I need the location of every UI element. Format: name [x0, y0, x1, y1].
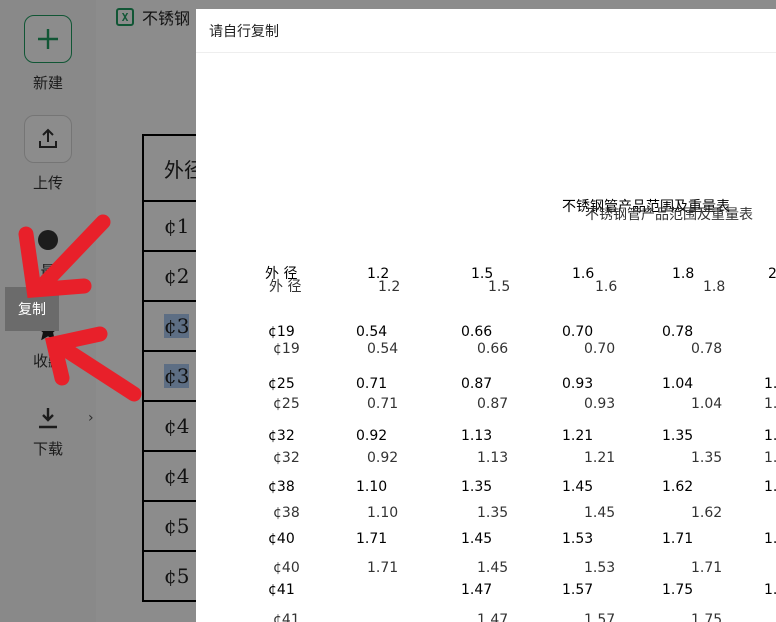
dialog-divider	[196, 52, 776, 53]
table-cell-duplicate[interactable]: 1.	[764, 451, 776, 465]
table-cell-duplicate[interactable]: ¢25	[273, 397, 300, 411]
table-cell[interactable]: ¢25	[268, 377, 295, 391]
table-cell[interactable]: 0.93	[562, 377, 593, 391]
table-cell[interactable]: 1.62	[662, 480, 693, 494]
table-cell[interactable]: 1.13	[461, 429, 492, 443]
table-cell-duplicate[interactable]: 1.35	[477, 506, 508, 520]
table-cell-duplicate[interactable]: 0.87	[477, 397, 508, 411]
table-cell[interactable]: ¢32	[268, 429, 295, 443]
table-cell[interactable]: 1.21	[562, 429, 593, 443]
table-cell[interactable]: 0.70	[562, 325, 593, 339]
table-cell[interactable]: 1.71	[356, 532, 387, 546]
header-cell-duplicate[interactable]: 1.8	[703, 280, 725, 294]
header-cell-duplicate[interactable]: 1.6	[595, 280, 617, 294]
table-cell[interactable]: 1.45	[461, 532, 492, 546]
dialog-title: 请自行复制	[209, 24, 279, 40]
table-cell[interactable]: 0.54	[356, 325, 387, 339]
table-cell[interactable]: 1.45	[562, 480, 593, 494]
table-cell[interactable]: 1.	[764, 480, 776, 494]
table-cell-duplicate[interactable]: 1.45	[584, 506, 615, 520]
table-cell-duplicate[interactable]: 1.	[764, 397, 776, 411]
table-cell[interactable]: 1.35	[461, 480, 492, 494]
table-cell-duplicate[interactable]: 1.62	[691, 506, 722, 520]
header-cell[interactable]: 1.8	[672, 267, 694, 281]
table-cell-duplicate[interactable]: 0.93	[584, 397, 615, 411]
table-cell[interactable]: ¢41	[268, 583, 295, 597]
copy-tooltip: 复制	[5, 287, 59, 331]
header-cell-duplicate[interactable]: 1.2	[378, 280, 400, 294]
table-cell[interactable]: 1.53	[562, 532, 593, 546]
table-cell-duplicate[interactable]: 1.47	[477, 613, 508, 622]
table-cell-duplicate[interactable]: 1.75	[691, 613, 722, 622]
header-cell-duplicate[interactable]: 外 径	[269, 280, 301, 294]
table-cell-duplicate[interactable]: ¢38	[273, 506, 300, 520]
table-cell[interactable]: ¢19	[268, 325, 295, 339]
table-cell[interactable]: 1.	[764, 429, 776, 443]
table-cell-duplicate[interactable]: 1.13	[477, 451, 508, 465]
table-cell[interactable]: 1.	[764, 583, 776, 597]
table-cell-duplicate[interactable]: 1.71	[367, 561, 398, 575]
table-cell-duplicate[interactable]: 0.71	[367, 397, 398, 411]
table-cell-duplicate[interactable]: 0.54	[367, 342, 398, 356]
table-cell[interactable]: 1.71	[662, 532, 693, 546]
table-cell-duplicate[interactable]: 1.35	[691, 451, 722, 465]
table-cell-duplicate[interactable]: 1.71	[691, 561, 722, 575]
table-cell-duplicate[interactable]: ¢19	[273, 342, 300, 356]
table-cell[interactable]: 1.35	[662, 429, 693, 443]
table-cell[interactable]: 1.10	[356, 480, 387, 494]
table-cell[interactable]: 1.75	[662, 583, 693, 597]
table-cell[interactable]: 0.87	[461, 377, 492, 391]
copy-dialog: 请自行复制 不锈钢管产品范围及重量表 不锈钢管产品范围及重量表 外 径 1.2 …	[196, 9, 776, 622]
table-cell[interactable]: 1.	[764, 377, 776, 391]
table-cell-duplicate[interactable]: 0.78	[691, 342, 722, 356]
header-cell[interactable]: 2	[768, 267, 776, 281]
table-cell-duplicate[interactable]: 1.21	[584, 451, 615, 465]
table-cell[interactable]: 1.57	[562, 583, 593, 597]
table-cell[interactable]: 0.71	[356, 377, 387, 391]
table-cell[interactable]: 0.92	[356, 429, 387, 443]
table-cell-duplicate[interactable]: 1.10	[367, 506, 398, 520]
table-cell[interactable]: 1.47	[461, 583, 492, 597]
table-cell-duplicate[interactable]: 1.45	[477, 561, 508, 575]
table-cell[interactable]: 1.	[764, 532, 776, 546]
table-cell-duplicate[interactable]: ¢40	[273, 561, 300, 575]
table-cell-duplicate[interactable]: 0.70	[584, 342, 615, 356]
table-cell[interactable]: 1.04	[662, 377, 693, 391]
table-cell-duplicate[interactable]: 1.53	[584, 561, 615, 575]
table-cell[interactable]: 0.66	[461, 325, 492, 339]
table-cell[interactable]: ¢38	[268, 480, 295, 494]
header-cell[interactable]: 1.6	[572, 267, 594, 281]
table-cell-duplicate[interactable]: 0.92	[367, 451, 398, 465]
header-cell-duplicate[interactable]: 1.5	[488, 280, 510, 294]
table-cell-duplicate[interactable]: 1.57	[584, 613, 615, 622]
table-title-duplicate[interactable]: 不锈钢管产品范围及重量表	[585, 208, 753, 222]
table-cell-duplicate[interactable]: 1.04	[691, 397, 722, 411]
table-cell-duplicate[interactable]: ¢41	[273, 613, 300, 622]
table-cell-duplicate[interactable]: 0.66	[477, 342, 508, 356]
table-cell[interactable]: ¢40	[268, 532, 295, 546]
table-cell[interactable]: 0.78	[662, 325, 693, 339]
table-cell-duplicate[interactable]: ¢32	[273, 451, 300, 465]
